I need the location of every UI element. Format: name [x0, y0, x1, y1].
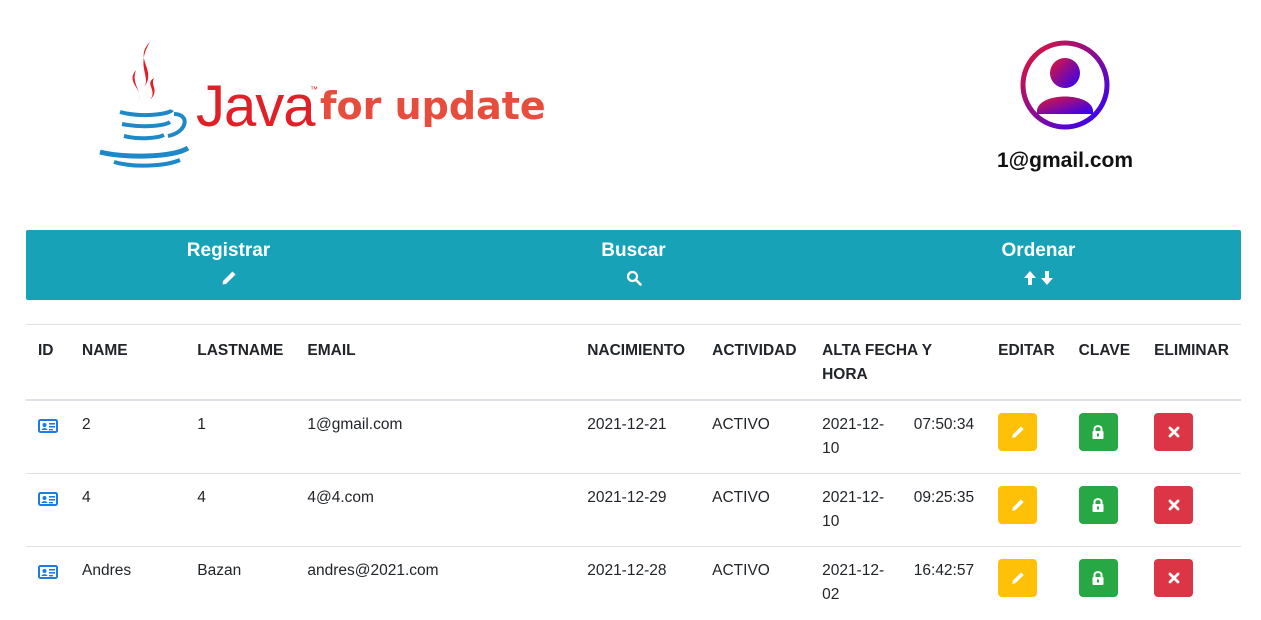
col-eliminar: ELIMINAR — [1142, 324, 1241, 401]
logo-for-update-text: for update — [320, 84, 546, 128]
col-editar: EDITAR — [986, 324, 1067, 401]
row-delete-cell — [1142, 399, 1241, 474]
close-icon — [1168, 426, 1179, 438]
header: Java ™ for update 1@gmail.com — [0, 0, 1261, 230]
col-name: NAME — [70, 324, 186, 401]
row-nacimiento: 2021-12-28 — [575, 546, 701, 620]
nav-ordenar-label: Ordenar — [1001, 240, 1076, 261]
row-alta-hora: 09:25:35 — [913, 489, 975, 506]
row-delete-cell — [1142, 546, 1241, 620]
row-alta: 2021-12-10 09:25:35 — [810, 473, 987, 547]
close-icon — [1168, 572, 1179, 584]
password-button[interactable] — [1078, 413, 1118, 451]
row-nacimiento: 2021-12-29 — [575, 473, 701, 547]
row-id-cell[interactable] — [26, 473, 70, 547]
id-card-icon[interactable] — [38, 418, 58, 434]
delete-button[interactable] — [1154, 486, 1194, 524]
id-card-icon[interactable] — [38, 564, 58, 580]
nav-buscar[interactable]: Buscar — [431, 230, 836, 300]
row-key-cell — [1066, 546, 1143, 620]
user-profile[interactable]: 1@gmail.com — [975, 40, 1155, 173]
row-nacimiento: 2021-12-21 — [575, 399, 701, 474]
row-id-cell[interactable] — [26, 546, 70, 620]
row-alta-hora: 16:42:57 — [913, 562, 975, 579]
row-email: 1@gmail.com — [295, 399, 576, 474]
row-email: 4@4.com — [295, 473, 576, 547]
row-name: 2 — [70, 399, 186, 474]
java-logo: Java ™ for update — [92, 40, 552, 175]
user-email: 1@gmail.com — [996, 149, 1134, 172]
action-navbar: Registrar Buscar Ordenar — [26, 230, 1241, 300]
table-header: ID NAME LASTNAME EMAIL NACIMIENTO ACTIVI… — [26, 324, 1241, 401]
col-id: ID — [26, 324, 70, 401]
row-email: andres@2021.com — [295, 546, 576, 620]
search-icon — [626, 270, 642, 288]
delete-button[interactable] — [1154, 559, 1194, 597]
row-lastname: Bazan — [185, 546, 296, 620]
row-alta-fecha: 2021-12-10 — [822, 416, 885, 457]
row-alta: 2021-12-10 07:50:34 — [810, 399, 987, 474]
table-row: 4 4 4@4.com 2021-12-29 ACTIVO 2021-12-10… — [26, 473, 1241, 547]
nav-registrar[interactable]: Registrar — [26, 230, 431, 300]
col-nacimiento: NACIMIENTO — [575, 324, 701, 401]
col-email: EMAIL — [295, 324, 576, 401]
user-avatar-icon[interactable] — [1020, 40, 1110, 130]
table-row: 2 1 1@gmail.com 2021-12-21 ACTIVO 2021-1… — [26, 399, 1241, 474]
row-edit-cell — [986, 399, 1067, 474]
row-actividad: ACTIVO — [700, 546, 811, 620]
pencil-icon — [1011, 572, 1024, 584]
row-key-cell — [1066, 399, 1143, 474]
row-alta-fecha: 2021-12-10 — [822, 489, 885, 530]
lock-icon — [1092, 571, 1104, 585]
row-edit-cell — [986, 546, 1067, 620]
pencil-icon — [221, 270, 237, 288]
row-actividad: ACTIVO — [700, 399, 811, 474]
row-lastname: 4 — [185, 473, 296, 547]
logo-java-text: Java — [196, 74, 316, 139]
delete-button[interactable] — [1154, 413, 1194, 451]
nav-ordenar[interactable]: Ordenar — [836, 230, 1241, 300]
row-name: Andres — [70, 546, 186, 620]
row-actividad: ACTIVO — [700, 473, 811, 547]
logo-tm: ™ — [310, 85, 318, 94]
col-lastname: LASTNAME — [185, 324, 296, 401]
row-alta-hora: 07:50:34 — [913, 416, 975, 433]
col-alta: ALTA FECHA Y HORA — [810, 324, 987, 401]
users-table: ID NAME LASTNAME EMAIL NACIMIENTO ACTIVI… — [26, 324, 1241, 620]
table-row: Andres Bazan andres@2021.com 2021-12-28 … — [26, 546, 1241, 620]
lock-icon — [1092, 425, 1104, 439]
pencil-icon — [1011, 426, 1024, 438]
row-lastname: 1 — [185, 399, 296, 474]
close-icon — [1168, 499, 1179, 511]
java-cup-icon — [99, 42, 190, 168]
row-delete-cell — [1142, 473, 1241, 547]
password-button[interactable] — [1078, 559, 1118, 597]
nav-registrar-label: Registrar — [186, 240, 271, 261]
edit-button[interactable] — [998, 559, 1038, 597]
password-button[interactable] — [1078, 486, 1118, 524]
id-card-icon[interactable] — [38, 491, 58, 507]
pencil-icon — [1011, 499, 1024, 511]
row-id-cell[interactable] — [26, 399, 70, 474]
row-edit-cell — [986, 473, 1067, 547]
sort-arrows-icon — [1023, 270, 1054, 288]
row-key-cell — [1066, 473, 1143, 547]
row-alta: 2021-12-02 16:42:57 — [810, 546, 987, 620]
edit-button[interactable] — [998, 486, 1038, 524]
row-name: 4 — [70, 473, 186, 547]
col-actividad: ACTIVIDAD — [700, 324, 811, 401]
lock-icon — [1092, 498, 1104, 512]
nav-buscar-label: Buscar — [601, 240, 666, 261]
edit-button[interactable] — [998, 413, 1038, 451]
row-alta-fecha: 2021-12-02 — [822, 562, 885, 603]
col-clave: CLAVE — [1066, 324, 1143, 401]
